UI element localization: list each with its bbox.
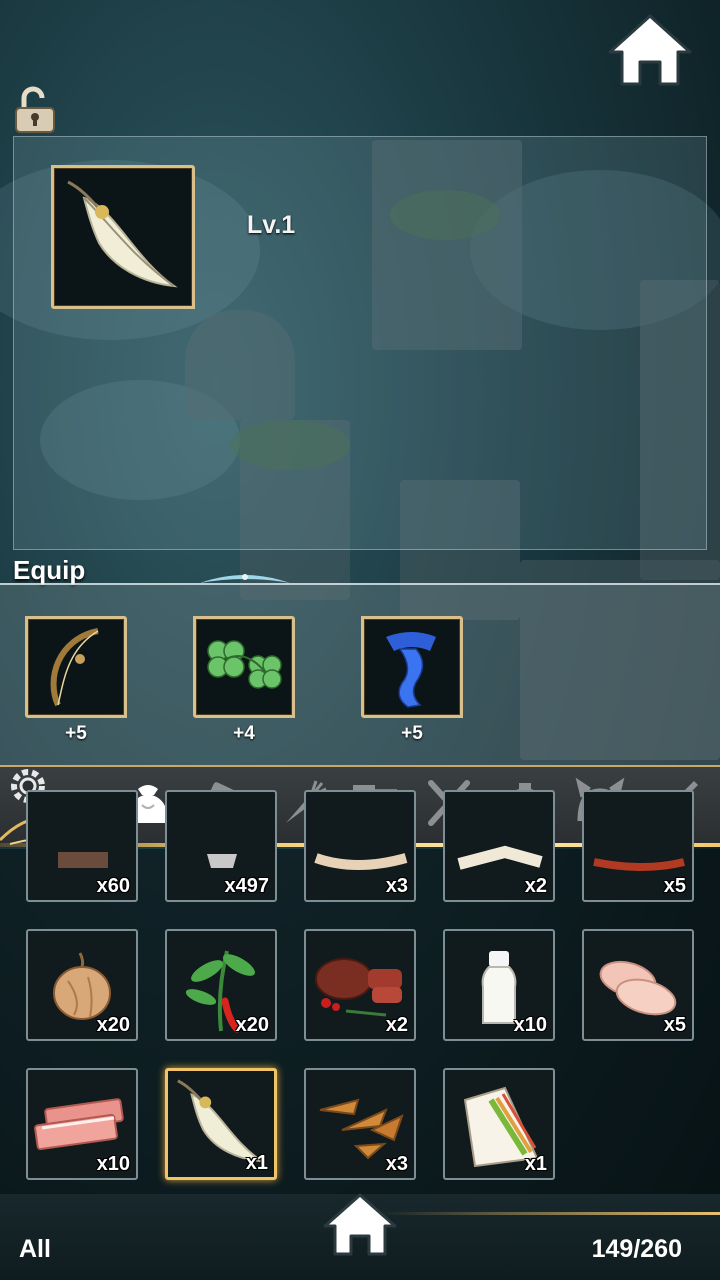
bow-icon xyxy=(50,628,99,707)
home-icon[interactable] xyxy=(322,1192,398,1258)
item-quantity: x60 xyxy=(96,875,130,897)
inventory-item[interactable]: x20 xyxy=(26,929,138,1041)
item-level: Lv.1 xyxy=(247,211,296,239)
inventory-item[interactable]: x10 xyxy=(443,929,555,1041)
feather-icon xyxy=(67,180,178,288)
inventory-item[interactable]: x10 xyxy=(26,1068,138,1180)
scarf-icon xyxy=(386,632,436,708)
item-quantity: x2 xyxy=(524,875,547,897)
item-quantity: x20 xyxy=(235,1014,269,1036)
home-icon[interactable] xyxy=(606,12,694,88)
equip-slot-clover[interactable] xyxy=(193,616,295,718)
item-quantity: x10 xyxy=(513,1014,547,1036)
inventory-item[interactable]: x2 xyxy=(304,929,416,1041)
filter-all-button[interactable]: All xyxy=(19,1235,51,1264)
equip-slot-scarf[interactable] xyxy=(361,616,463,718)
item-quantity: x3 xyxy=(385,875,408,897)
item-quantity: x5 xyxy=(663,1014,686,1036)
equip-bonus-label: +5 xyxy=(401,723,423,744)
selected-item-frame xyxy=(51,165,195,309)
equip-slot-bow[interactable] xyxy=(25,616,127,718)
item-quantity: x497 xyxy=(224,875,270,897)
item-quantity: x1 xyxy=(245,1152,268,1174)
inventory-item[interactable]: x5 xyxy=(582,790,694,902)
inventory-capacity: 149/260 xyxy=(591,1235,682,1263)
ornament-icon xyxy=(200,574,290,583)
equip-bonus-label: +4 xyxy=(233,723,255,744)
equip-bonus-label: +5 xyxy=(65,723,87,744)
clover-icon xyxy=(207,640,282,689)
item-quantity: x10 xyxy=(96,1153,130,1175)
item-quantity: x20 xyxy=(96,1014,130,1036)
inventory-item[interactable]: x3 xyxy=(304,790,416,902)
equip-section-title: Equip xyxy=(13,555,86,585)
item-quantity: x1 xyxy=(524,1153,547,1175)
bottom-divider xyxy=(380,1212,720,1215)
inventory-item-selected[interactable]: x1 xyxy=(165,1068,277,1180)
item-quantity: x5 xyxy=(663,875,686,897)
inventory-item[interactable]: x5 xyxy=(582,929,694,1041)
inventory-item[interactable]: x2 xyxy=(443,790,555,902)
item-quantity: x3 xyxy=(385,1153,408,1175)
inventory-item[interactable]: x3 xyxy=(304,1068,416,1180)
game-screen: Lv.1 Equip +5 +4 +5 x60 x497 x3 x2 x5 x2… xyxy=(0,0,720,1280)
inventory-item[interactable]: x497 xyxy=(165,790,277,902)
item-quantity: x2 xyxy=(385,1014,408,1036)
unlock-icon[interactable] xyxy=(14,86,56,134)
inventory-item[interactable]: x1 xyxy=(443,1068,555,1180)
inventory-item[interactable]: x20 xyxy=(165,929,277,1041)
inventory-item[interactable]: x60 xyxy=(26,790,138,902)
